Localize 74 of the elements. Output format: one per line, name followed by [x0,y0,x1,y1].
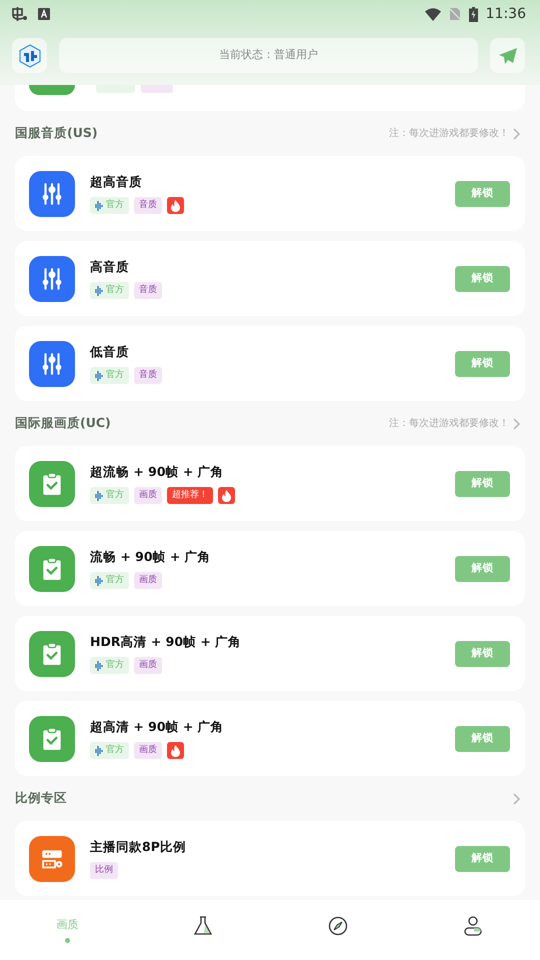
unlock-button[interactable]: 解锁 [455,180,510,206]
app-logo-button[interactable] [12,38,47,73]
chevron-right-icon[interactable] [513,418,520,430]
section-title: 国服音质(US) [15,124,98,142]
clock-time: 11:36 [486,4,526,24]
server-icon [29,836,75,882]
flask-icon [192,914,214,936]
official-tag: 官方 [90,572,129,590]
section-note: 注：每次进游戏都要修改！ [389,416,509,431]
section-title: 比例专区 [15,789,67,808]
official-tag: 官方 [90,487,129,504]
tag-fragment [141,85,173,93]
waveform-icon [95,286,103,296]
flame-icon [167,197,184,214]
recommend-tag: 超推荐！ [167,487,213,504]
keyboard-icon [38,8,50,20]
flame-icon [167,742,184,760]
wifi-icon [424,8,441,20]
item-title: 主播同款8P比例 [90,838,187,856]
item-title: 超高音质 [90,172,143,191]
category-tag: 音质 [134,282,162,300]
unlock-button[interactable]: 解锁 [455,470,510,496]
chevron-right-icon[interactable] [513,792,520,804]
unlock-button[interactable]: 解锁 [455,640,510,666]
waveform-icon [95,746,103,756]
waveform-icon [95,660,103,671]
paper-plane-icon [498,48,516,64]
waveform-icon [95,370,103,381]
section-note: 注：每次进游戏都要修改！ [389,126,509,141]
category-tag: 画质 [134,572,162,590]
unlock-button[interactable]: 解锁 [455,350,510,376]
unlock-button[interactable]: 解锁 [455,846,510,872]
clipboard-check-icon [29,460,75,506]
category-tag: 比例 [90,862,118,880]
item-title: 高音质 [90,258,130,276]
clipboard-check-icon [29,716,75,762]
unlock-button[interactable]: 解锁 [455,266,510,292]
clipboard-check-icon [29,546,75,592]
category-tag: 画质 [134,742,162,760]
item-title: 超高清 + 90帧 + 广角 [90,718,225,736]
category-tag: 音质 [134,197,162,214]
waveform-icon [95,200,103,211]
clipboard-check-icon [29,630,75,676]
unlock-button[interactable]: 解锁 [455,726,510,752]
official-tag: 官方 [90,282,129,300]
item-title: HDR高清 + 90帧 + 广角 [90,632,242,651]
official-tag: 官方 [90,197,129,214]
category-tag: 画质 [134,487,162,504]
no-sim-icon [448,7,461,21]
section-title: 国际服画质(UC) [15,414,111,432]
battery-icon [468,6,478,22]
waveform-icon [95,576,103,586]
item-title: 流畅 + 90帧 + 广角 [90,548,212,566]
compass-icon [326,914,348,936]
notification-icon [10,6,28,22]
status-text: 当前状态：普通用户 [59,38,478,73]
chevron-right-icon[interactable] [513,128,520,140]
flame-icon [218,487,235,504]
item-title: 超流畅 + 90帧 + 广角 [90,462,225,481]
category-tag: 音质 [134,367,162,384]
category-tag: 画质 [134,657,162,674]
official-tag: 官方 [90,657,129,674]
send-button[interactable] [490,38,525,73]
sliders-icon [29,170,75,216]
cube-logo-icon [18,44,40,68]
sliders-icon [29,256,75,302]
official-tag: 官方 [90,742,129,760]
official-tag: 官方 [90,367,129,384]
unlock-button[interactable]: 解锁 [455,556,510,582]
waveform-icon [95,490,103,501]
item-title: 低音质 [90,342,130,361]
sliders-icon [29,340,75,386]
app-icon-fragment [29,85,75,95]
user-icon [462,914,484,936]
